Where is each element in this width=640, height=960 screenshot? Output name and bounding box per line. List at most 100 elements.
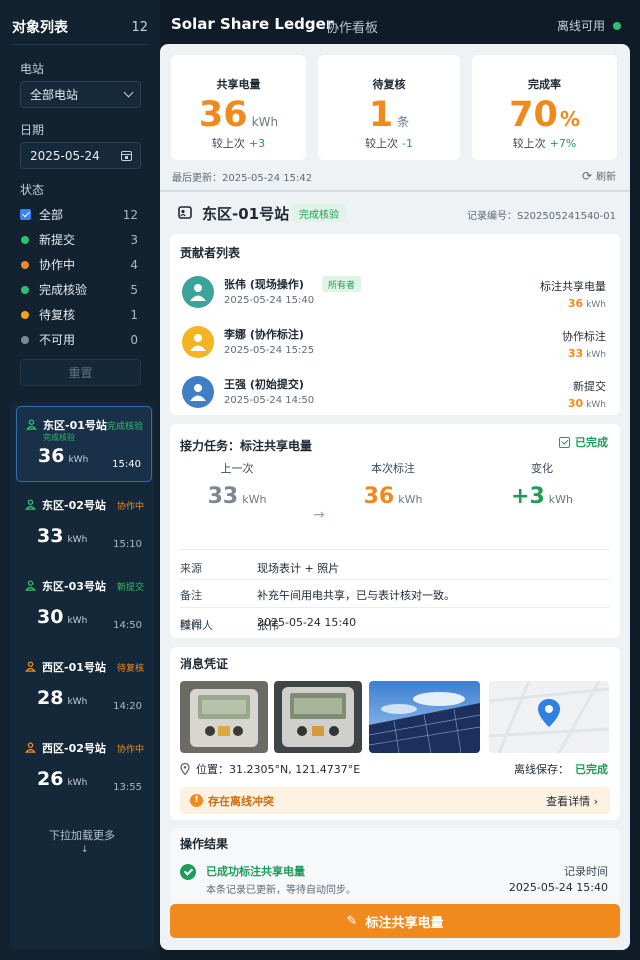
station-time: 15:40 xyxy=(112,459,141,470)
delta-label: 变化 xyxy=(531,462,553,475)
divider xyxy=(180,607,610,608)
location-coordinates: 位置：31.2305°N, 121.4737°E xyxy=(196,763,361,776)
load-more-hint[interactable]: 下拉加载更多 xyxy=(10,827,154,843)
station-name: 东区-02号站 xyxy=(42,499,106,512)
meter-photo-2[interactable] xyxy=(274,681,362,753)
check-icon xyxy=(559,436,570,448)
record-status-badge: 完成核验 xyxy=(292,204,346,222)
contributor-row[interactable]: 王强 (初始提交) 2025-05-24 14:50 新提交 30 kWh xyxy=(180,372,610,420)
operator-value: 张伟 xyxy=(257,619,279,632)
offline-indicator: 离线可用 xyxy=(557,17,622,34)
station-value-number: 33 xyxy=(37,525,64,547)
owner-tag: 所有者 xyxy=(322,276,362,292)
tab-collab-board[interactable]: 协作看板 xyxy=(326,17,378,36)
status-option-all[interactable]: 全部 12 xyxy=(20,202,138,227)
contributor-time: 2025-05-24 14:50 xyxy=(224,395,315,406)
contributors-title: 贡献者列表 xyxy=(180,246,241,260)
record-time-label: 记录时间 xyxy=(564,865,608,878)
status-option-count: 4 xyxy=(130,257,138,272)
arrow-down-icon: ↓ xyxy=(81,845,89,855)
current-value-unit: kWh xyxy=(398,493,423,506)
station-value: 33 kWh xyxy=(37,525,87,547)
meter-photo-image xyxy=(180,681,268,753)
stat-delta: +7% xyxy=(549,137,577,150)
station-card-east-01[interactable]: 东区-01号站 完成核验 完成核验 36 kWh 15:40 xyxy=(16,406,152,482)
offline-save-label: 离线保存： xyxy=(514,763,569,776)
last-updated: 最后更新：2025-05-24 15:42 xyxy=(172,173,313,184)
contributor-row[interactable]: 李娜 (协作标注) 2025-05-24 15:25 协作标注 33 kWh xyxy=(180,322,610,370)
record-time-value: 2025-05-24 15:40 xyxy=(508,881,608,894)
status-option-collab[interactable]: 协作中 4 xyxy=(20,252,138,277)
status-option-unavailable[interactable]: 不可用 0 xyxy=(20,327,138,352)
sidebar: 对象列表 12 电站 全部电站 日期 2025-05-24 状态 全部 12 新… xyxy=(0,0,160,960)
annotate-energy-button[interactable]: ✎ 标注共享电量 xyxy=(170,904,620,938)
station-card-west-02[interactable]: 西区-02号站 协作中 26 kWh 13:55 xyxy=(16,730,152,806)
checkbox-checked-icon[interactable] xyxy=(20,209,31,220)
sidebar-title: 对象列表 xyxy=(12,20,68,36)
contributor-name: 李娜 (协作标注) xyxy=(224,328,304,341)
station-select[interactable]: 全部电站 xyxy=(20,81,141,108)
contributor-name: 王强 (初始提交) xyxy=(224,378,304,391)
status-option-new[interactable]: 新提交 3 xyxy=(20,227,138,252)
previous-label: 上一次 xyxy=(220,462,254,475)
date-picker[interactable]: 2025-05-24 xyxy=(20,142,141,169)
view-details-link[interactable]: 查看详情 › xyxy=(546,793,598,809)
status-dot-icon xyxy=(21,260,29,269)
delta-value-block: 变化 +3 kWh xyxy=(477,460,607,509)
status-option-count: 5 xyxy=(130,282,138,297)
station-status-tag: 待复核 xyxy=(116,664,144,674)
current-value: 36 kWh xyxy=(328,484,458,509)
calendar-icon xyxy=(121,150,132,161)
meter-photo-1[interactable] xyxy=(180,681,268,753)
stat-compare: 较上次 -1 xyxy=(318,135,460,151)
conflict-banner[interactable]: ! 存在离线冲突 查看详情 › xyxy=(180,787,610,814)
station-card-west-01[interactable]: 西区-01号站 待复核 28 kWh 14:20 xyxy=(16,649,152,725)
stat-delta: +3 xyxy=(248,137,266,150)
operator-key: 操作人 xyxy=(180,619,213,632)
user-icon xyxy=(190,284,206,301)
station-value-unit: kWh xyxy=(67,535,88,545)
arrow-right-icon: → xyxy=(313,507,325,523)
conflict-text: 存在离线冲突 xyxy=(208,795,274,808)
contributor-value-number: 36 xyxy=(567,297,584,310)
status-option-count: 3 xyxy=(130,232,138,247)
station-time: 13:55 xyxy=(113,782,142,793)
contributor-name: 张伟 (现场操作) xyxy=(224,278,304,291)
reset-button[interactable]: 重置 xyxy=(20,359,141,386)
relay-task-section: 接力任务：标注共享电量 已完成 上一次 33 kWh → 本次标注 36 kWh 变… xyxy=(170,424,620,638)
station-filter-label: 电站 xyxy=(20,62,45,76)
contributor-value-number: 33 xyxy=(567,347,584,360)
status-option-label: 新提交 xyxy=(39,233,76,247)
stat-value-number: 1 xyxy=(368,95,394,135)
user-icon xyxy=(25,742,36,753)
offline-label: 离线可用 xyxy=(557,19,606,33)
stat-value-unit: 条 xyxy=(397,115,410,129)
status-option-review[interactable]: 待复核 1 xyxy=(20,302,138,327)
stat-card-completion-rate: 完成率 70% 较上次 +7% xyxy=(472,55,617,160)
contributor-row[interactable]: 张伟 (现场操作) 所有者 2025-05-24 15:40 标注共享电量 36… xyxy=(180,272,610,320)
contributor-value: 33 kWh xyxy=(568,347,606,360)
offline-save-value: 已完成 xyxy=(575,763,608,776)
status-option-count: 12 xyxy=(122,207,138,222)
station-name: 东区-01号站 xyxy=(43,419,107,432)
contributor-value-unit: kWh xyxy=(586,350,606,360)
user-icon xyxy=(25,499,36,510)
map-thumbnail[interactable] xyxy=(489,681,609,753)
station-list: 东区-01号站 完成核验 完成核验 36 kWh 15:40 东区-02号站 协作… xyxy=(10,402,154,950)
refresh-button[interactable]: ⟳ 刷新 xyxy=(581,168,616,184)
stat-card-shared-energy: 共享电量 36 kWh 较上次 +3 xyxy=(171,55,306,160)
station-card-east-02[interactable]: 东区-02号站 协作中 33 kWh 15:10 xyxy=(16,487,152,563)
app-title: Solar Share Ledger xyxy=(171,15,334,33)
sidebar-header: 对象列表 12 xyxy=(12,14,148,40)
previous-value-block: 上一次 33 kWh xyxy=(172,460,302,509)
stat-value-unit: kWh xyxy=(251,115,279,129)
record-id: 记录编号：S202505241540-01 xyxy=(466,211,616,222)
status-dot-icon xyxy=(21,235,29,244)
date-picker-value: 2025-05-24 xyxy=(30,148,100,163)
refresh-icon: ⟳ xyxy=(581,168,592,183)
solar-panel-photo[interactable] xyxy=(369,681,480,753)
station-card-east-03[interactable]: 东区-03号站 新提交 30 kWh 14:50 xyxy=(16,568,152,644)
status-option-verified[interactable]: 完成核验 5 xyxy=(20,277,138,302)
station-value: 28 kWh xyxy=(37,687,87,709)
contributors-section: 贡献者列表 张伟 (现场操作) 所有者 2025-05-24 15:40 标注共… xyxy=(170,234,620,415)
